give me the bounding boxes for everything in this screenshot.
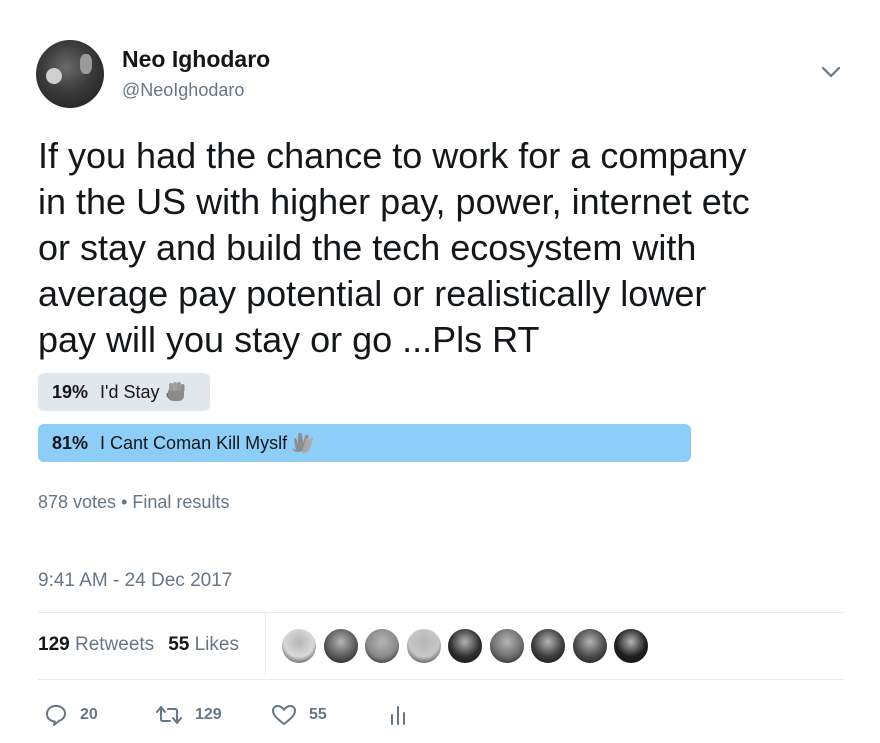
poll-option-percent: 81%	[52, 433, 89, 453]
analytics-icon	[391, 706, 405, 725]
avatar-detail	[46, 68, 62, 84]
engagement-stats: 129 Retweets 55 Likes	[38, 634, 239, 656]
avatar[interactable]	[36, 40, 104, 108]
liker-avatar-9[interactable]	[613, 628, 649, 664]
divider	[38, 612, 844, 613]
retweets-count: 129	[38, 634, 70, 655]
liker-avatar-2[interactable]	[322, 628, 359, 664]
poll-option-go: 81% I Cant Coman Kill Myslf	[38, 424, 691, 462]
clapping-hands-icon	[292, 433, 314, 453]
poll-option-text: I Cant Coman Kill Myslf	[100, 433, 288, 453]
retweets-stat[interactable]: 129 Retweets	[38, 634, 154, 655]
retweet-button[interactable]: 129	[155, 700, 222, 730]
retweet-count: 129	[195, 706, 222, 723]
like-count: 55	[309, 706, 327, 723]
liker-avatar-5[interactable]	[447, 628, 483, 664]
poll-option-text: I'd Stay	[100, 382, 160, 402]
raised-fist-icon	[165, 382, 184, 401]
reply-icon	[46, 705, 66, 726]
divider	[265, 613, 266, 675]
liker-avatar-6[interactable]	[488, 628, 525, 664]
action-bar: 20 129 55	[0, 700, 880, 730]
poll-vote-count: 878 votes	[38, 492, 117, 512]
likes-count: 55	[168, 634, 190, 655]
reply-count: 20	[80, 706, 98, 723]
poll-option-percent: 19%	[52, 382, 89, 402]
like-button[interactable]: 55	[271, 700, 327, 730]
heart-icon	[272, 705, 296, 725]
separator-dot: •	[121, 492, 128, 512]
chevron-down-icon[interactable]	[820, 64, 842, 80]
poll-option-label: 81% I Cant Coman Kill Myslf	[52, 424, 316, 462]
tweet-text: If you had the chance to work for a comp…	[38, 135, 750, 360]
poll-option-label: 19% I'd Stay	[52, 373, 189, 411]
user-handle[interactable]: @NeoIghodaro	[122, 80, 244, 101]
reply-button[interactable]: 20	[44, 700, 98, 730]
liker-avatar-8[interactable]	[571, 628, 608, 664]
divider	[38, 679, 844, 680]
liker-avatar-4[interactable]	[405, 628, 442, 664]
poll-summary: 878 votes • Final results	[38, 492, 229, 513]
poll-status: Final results	[132, 492, 230, 512]
retweets-label: Retweets	[74, 634, 155, 655]
likes-label: Likes	[194, 634, 239, 655]
poll-option-stay: 19% I'd Stay	[38, 373, 210, 411]
retweet-icon	[156, 706, 182, 724]
liker-avatar-3[interactable]	[364, 628, 400, 664]
liker-avatar-7[interactable]	[530, 628, 566, 664]
analytics-button[interactable]	[388, 700, 408, 730]
avatar-detail	[80, 54, 92, 74]
user-name[interactable]: Neo Ighodaro	[122, 46, 270, 73]
likes-stat[interactable]: 55 Likes	[168, 634, 239, 655]
tweet-timestamp[interactable]: 9:41 AM - 24 Dec 2017	[38, 570, 232, 592]
liker-avatar-1[interactable]	[281, 628, 317, 664]
